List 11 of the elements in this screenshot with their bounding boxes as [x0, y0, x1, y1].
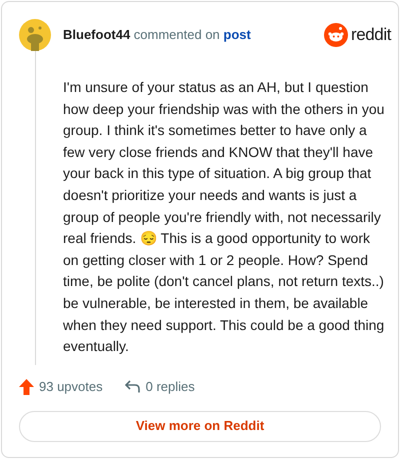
- upvote-arrow-icon: [19, 378, 34, 395]
- view-more-button[interactable]: View more on Reddit: [19, 410, 381, 442]
- reply-count: 0 replies: [146, 378, 195, 396]
- brand-name: reddit: [351, 24, 391, 46]
- avatar-icon: [19, 19, 51, 51]
- comment-text: I'm unsure of your status as an AH, but I question how deep your friendship was with the others in you group. I think it's sometimes better to have only a few very close friends and KNOW that they'll have your back in this type of situation. A big group that doesn't prioritize your needs and wants is just a group of people you're friendly with, not necessarily real friends. 😔 This is a good opportunity to work on getting closer with 1 or 2 people. How? Spend time, be polite (don't cancel plans, not return texts..) be vulnerable, be interested in them, be available when they need support. This could be a good thing eventually.: [63, 78, 386, 356]
- reply-icon: [124, 380, 140, 394]
- comment-byline: Bluefoot44 commented on post: [63, 26, 251, 44]
- post-link[interactable]: post: [223, 27, 251, 42]
- upvote-count: 93 upvotes: [39, 378, 103, 396]
- reddit-logo-icon: [324, 23, 348, 47]
